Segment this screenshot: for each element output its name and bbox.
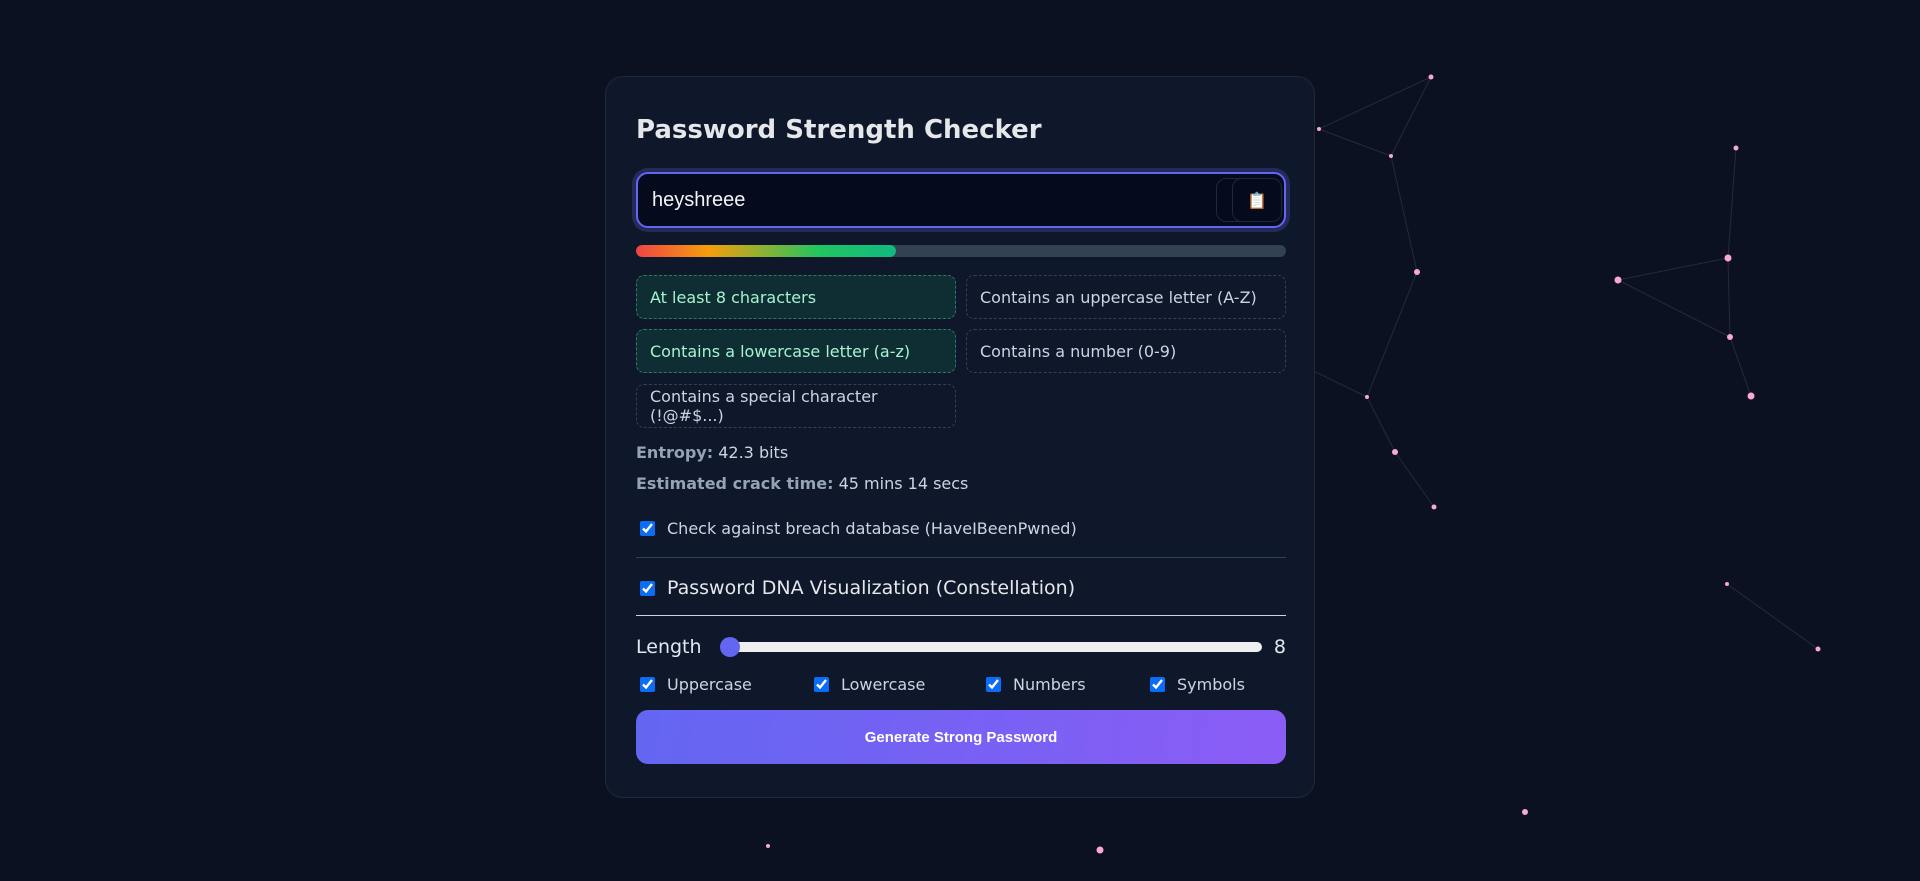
option-numbers[interactable]: Numbers [986,675,1086,694]
crack-time-value: 45 mins 14 secs [838,474,969,493]
length-label: Length [636,636,702,658]
password-checker-card: Password Strength Checker 👁 📋 At least 8… [605,76,1315,798]
password-input[interactable] [652,174,1132,226]
option-lowercase[interactable]: Lowercase [814,675,925,694]
crack-time-label: Estimated crack time: [636,474,834,493]
numbers-checkbox[interactable] [986,677,1001,692]
lowercase-checkbox[interactable] [814,677,829,692]
option-label: Numbers [1013,675,1086,694]
requirement-number: Contains a number (0-9) [966,329,1286,373]
requirement-uppercase: Contains an uppercase letter (A-Z) [966,275,1286,319]
dna-checkbox[interactable] [640,580,655,596]
length-slider-row: Length 8 [636,636,1286,658]
clipboard-icon: 📋 [1247,190,1267,210]
divider [636,557,1286,558]
option-uppercase[interactable]: Uppercase [640,675,752,694]
breach-checkbox[interactable] [640,521,655,536]
dna-label: Password DNA Visualization (Constellatio… [667,577,1076,599]
strength-meter-fill [636,245,896,257]
entropy-label: Entropy: [636,443,714,462]
password-field-wrapper: 👁 📋 [636,172,1286,228]
divider [636,615,1286,616]
length-slider[interactable] [719,637,1262,657]
entropy-readout: Entropy: 42.3 bits [636,443,788,462]
generate-password-button[interactable]: Generate Strong Password [636,710,1286,764]
entropy-value: 42.3 bits [718,443,789,462]
option-label: Uppercase [667,675,752,694]
crack-time-readout: Estimated crack time: 45 mins 14 secs [636,474,968,493]
requirement-lowercase: Contains a lowercase letter (a-z) [636,329,956,373]
breach-check-toggle[interactable]: Check against breach database (HaveIBeen… [640,519,1077,538]
breach-check-label: Check against breach database (HaveIBeen… [667,519,1077,538]
requirement-special: Contains a special character (!@#$...) [636,384,956,428]
strength-meter [636,245,1286,257]
copy-button[interactable]: 📋 [1232,178,1282,222]
uppercase-checkbox[interactable] [640,677,655,692]
page-title: Password Strength Checker [636,115,1042,145]
option-symbols[interactable]: Symbols [1150,675,1245,694]
dna-visualization-toggle[interactable]: Password DNA Visualization (Constellatio… [640,577,1075,599]
length-value: 8 [1273,636,1286,658]
option-label: Symbols [1177,675,1245,694]
symbols-checkbox[interactable] [1150,677,1165,692]
option-label: Lowercase [841,675,926,694]
requirement-length: At least 8 characters [636,275,956,319]
length-slider-thumb[interactable] [719,637,740,657]
